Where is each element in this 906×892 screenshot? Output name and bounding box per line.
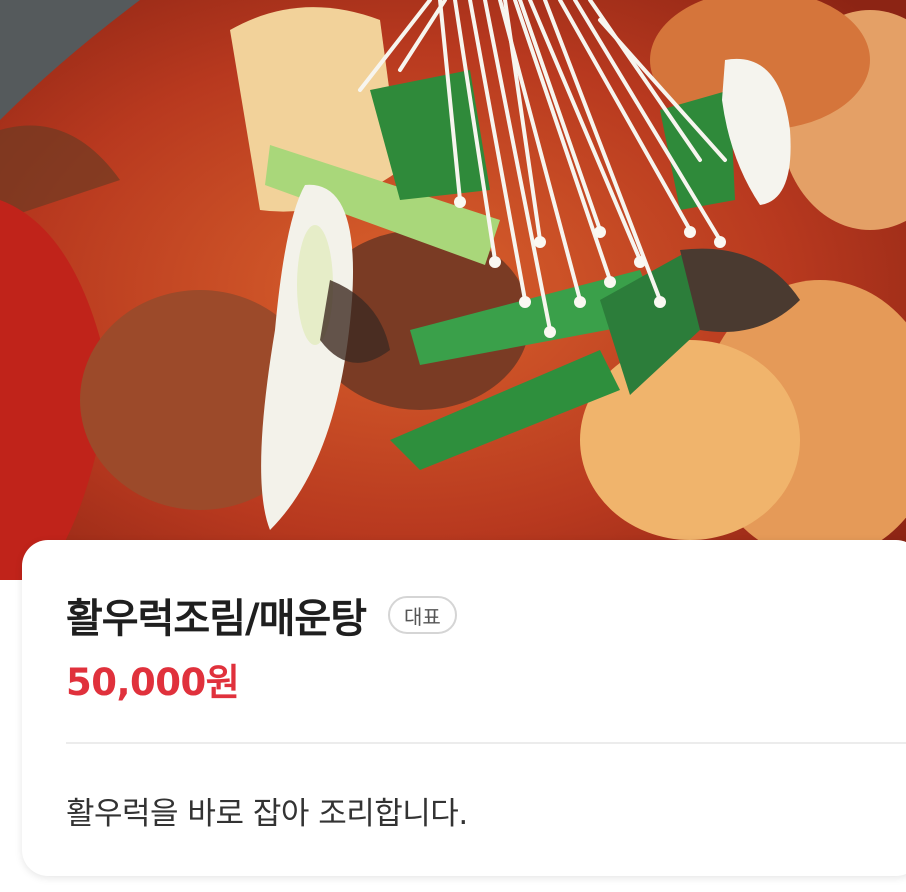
divider (66, 742, 906, 744)
menu-item-card[interactable]: 활우럭조림/매운탕 대표 50,000원 활우럭을 바로 잡아 조리합니다. (22, 540, 906, 876)
menu-item-description: 활우럭을 바로 잡아 조리합니다. (66, 796, 468, 832)
signature-badge: 대표 (388, 596, 457, 634)
menu-photo[interactable] (0, 0, 906, 580)
menu-item-name: 활우럭조림/매운탕 (66, 596, 367, 642)
menu-item-price: 50,000원 (66, 661, 240, 704)
title-row: 활우럭조림/매운탕 대표 (66, 586, 457, 644)
